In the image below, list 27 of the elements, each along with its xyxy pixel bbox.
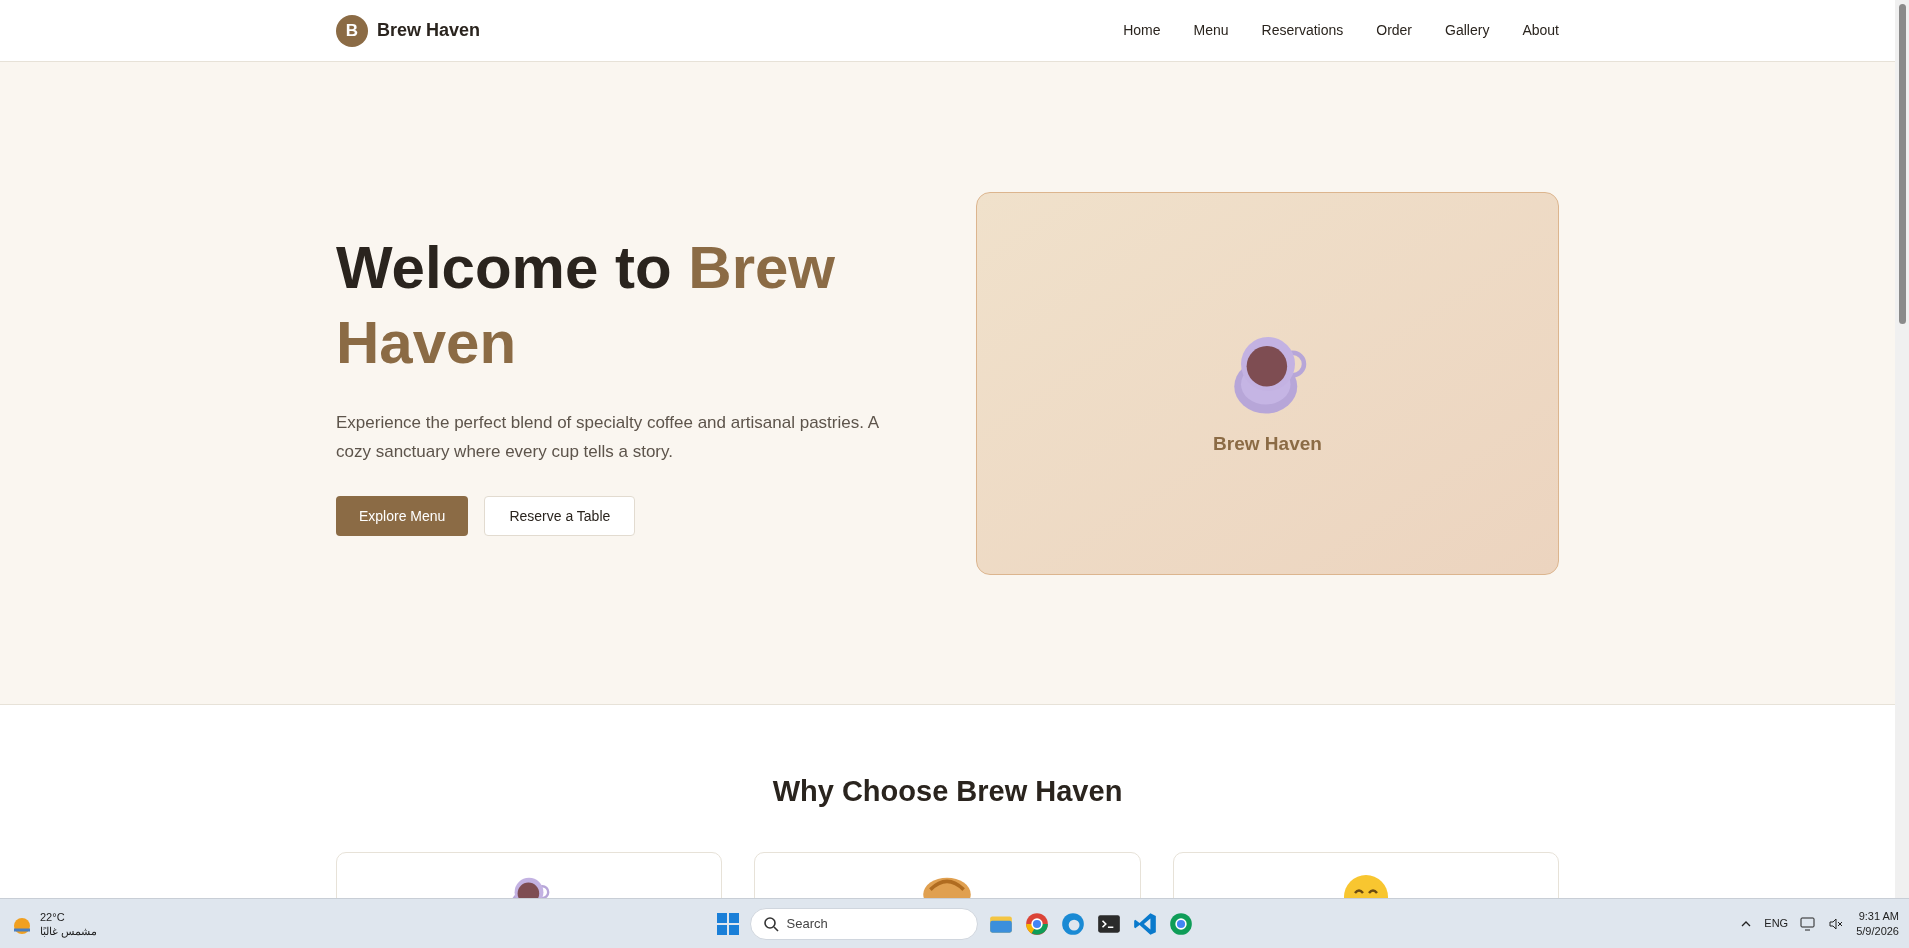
search-icon [762, 915, 779, 932]
reserve-table-button[interactable]: Reserve a Table [484, 496, 636, 536]
logo-badge[interactable]: B [336, 14, 368, 47]
nav-link[interactable]: Menu [1193, 20, 1229, 41]
nav-link[interactable]: Home [1123, 20, 1161, 41]
clock-date[interactable]: 5/9/2026 [1856, 923, 1899, 939]
hero-heading: Welcome to Brew Haven [336, 233, 836, 378]
scrollbar[interactable] [1895, 0, 1909, 898]
weather-text: مشمس غالبًا [40, 923, 98, 938]
brand-name[interactable]: Brew Haven [377, 17, 481, 44]
browser-icon[interactable] [1167, 910, 1194, 937]
nav-link[interactable]: Gallery [1445, 20, 1490, 41]
code-editor-icon[interactable] [1131, 910, 1158, 937]
nav-link[interactable]: About [1522, 20, 1559, 41]
temperature: 22°C [40, 909, 66, 924]
monitor-icon[interactable] [1800, 915, 1817, 932]
hero-description: Experience the perfect blend of specialty coffee and artisanal pastries. A cozy sanctuary where every cup tells a story. [336, 412, 880, 463]
nav-link[interactable]: Order [1376, 20, 1413, 41]
nav-link[interactable]: Reservations [1261, 20, 1344, 41]
start-icon[interactable] [715, 911, 740, 936]
card-caption: Brew Haven [1213, 431, 1322, 456]
clock-time[interactable]: 9:31 AM [1858, 908, 1899, 924]
language-indicator[interactable]: ENG [1764, 915, 1789, 932]
section-heading: Why Choose Brew Haven [772, 774, 1123, 809]
browser-icon[interactable] [1023, 910, 1050, 937]
search-field[interactable]: Search [749, 907, 978, 940]
explore-menu-button[interactable]: Explore Menu [336, 496, 469, 536]
